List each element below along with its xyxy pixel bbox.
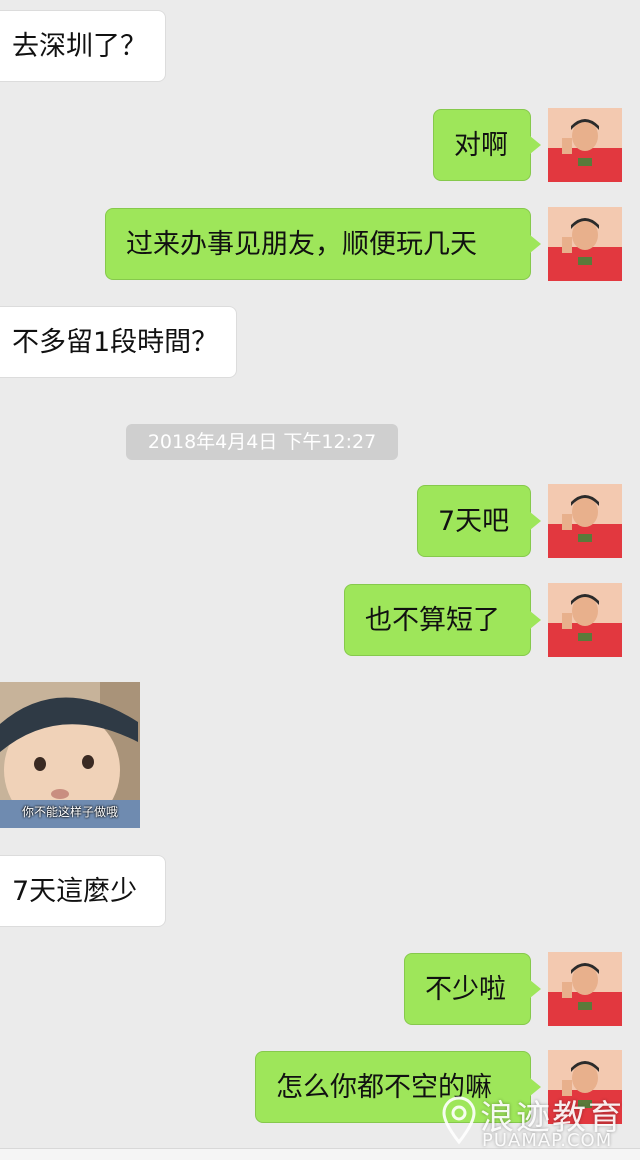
watermark-domain: PUAMAP.COM [482, 1130, 613, 1151]
message-bubble-outgoing[interactable]: 过来办事见朋友，顺便玩几天 [105, 208, 541, 280]
user-avatar[interactable] [548, 484, 622, 558]
location-pin-icon [442, 1096, 476, 1145]
message-text: 去深圳了？ [12, 31, 147, 62]
message-bubble-outgoing[interactable]: 对啊 [433, 109, 541, 181]
avatar-portrait-icon [548, 583, 622, 657]
user-avatar[interactable] [548, 583, 622, 657]
message-text: 也不算短了 [365, 605, 500, 636]
message-text: 对啊 [454, 130, 508, 161]
user-avatar[interactable] [548, 108, 622, 182]
sticker-image[interactable]: 你不能这样子做哦 [0, 682, 140, 828]
message-text: 7天吧 [438, 506, 510, 537]
message-text: 7天這麼少 [12, 876, 138, 907]
message-bubble-incoming[interactable]: 不多留1段時間？ [0, 306, 237, 378]
message-text: 不少啦 [425, 974, 506, 1005]
avatar-portrait-icon [548, 207, 622, 281]
user-avatar[interactable] [548, 952, 622, 1026]
avatar-portrait-icon [548, 108, 622, 182]
message-text: 过来办事见朋友，顺便玩几天 [126, 229, 477, 260]
message-bubble-outgoing[interactable]: 7天吧 [417, 485, 541, 557]
message-bubble-outgoing[interactable]: 不少啦 [404, 953, 541, 1025]
user-avatar[interactable] [548, 207, 622, 281]
avatar-portrait-icon [548, 952, 622, 1026]
message-bubble-incoming[interactable]: 7天這麼少 [0, 855, 166, 927]
timestamp-label: 2018年4月4日 下午12:27 [126, 424, 398, 460]
message-text: 不多留1段時間？ [12, 327, 219, 358]
avatar-portrait-icon [548, 484, 622, 558]
watermark: 浪迹教育 PUAMAP.COM [442, 1090, 640, 1154]
chat-area: 去深圳了？ 对啊 过来办事见朋友，顺便玩几天 不多留1段時間？ 2018年4月4… [0, 0, 640, 1160]
message-bubble-outgoing[interactable]: 也不算短了 [344, 584, 541, 656]
sticker-caption: 你不能这样子做哦 [21, 805, 118, 819]
message-bubble-incoming[interactable]: 去深圳了？ [0, 10, 166, 82]
